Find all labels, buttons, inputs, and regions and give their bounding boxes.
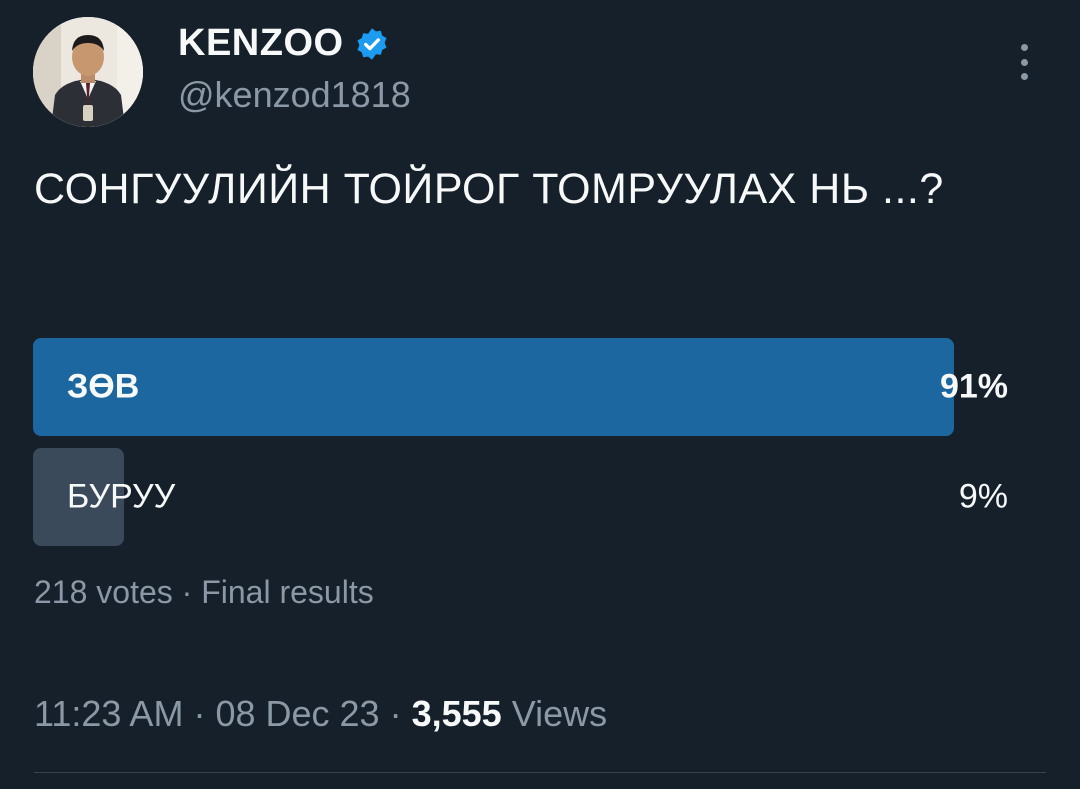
tweet-timestamp-row: 11:23 AM · 08 Dec 23 · 3,555 Views — [34, 693, 607, 735]
separator-dot: · — [193, 693, 206, 734]
verified-badge-icon — [354, 26, 390, 62]
more-vertical-icon[interactable] — [1014, 44, 1034, 80]
poll-status: Final results — [201, 574, 374, 610]
divider — [34, 772, 1046, 773]
author-handle[interactable]: @kenzod1818 — [178, 74, 411, 116]
separator-dot: · — [389, 693, 402, 734]
views-label[interactable]: Views — [512, 693, 607, 734]
poll-option-label: ЗӨВ — [67, 367, 140, 406]
poll-option: ЗӨВ 91% — [33, 338, 1008, 436]
author-name-row: KENZOO — [178, 22, 390, 65]
poll-result-bar — [33, 338, 954, 436]
poll-option-percent: 9% — [958, 477, 1008, 516]
tweet-text: СОНГУУЛИЙН ТОЙРОГ ТОМРУУЛАХ НЬ ...? — [34, 165, 944, 213]
avatar[interactable] — [33, 17, 143, 127]
views-count[interactable]: 3,555 — [412, 693, 502, 734]
tweet-date[interactable]: 08 Dec 23 — [215, 693, 379, 734]
dot — [1020, 44, 1028, 51]
separator-dot: · — [181, 574, 193, 610]
profile-photo-icon — [33, 17, 143, 127]
dot — [1020, 58, 1028, 66]
dot — [1020, 73, 1028, 80]
poll-option-percent: 91% — [939, 367, 1008, 406]
poll-vote-count: 218 votes — [34, 574, 173, 610]
poll-summary: 218 votes · Final results — [34, 574, 374, 611]
poll-option: БУРУУ 9% — [33, 448, 1008, 546]
author-display-name[interactable]: KENZOO — [178, 22, 344, 65]
poll-option-label: БУРУУ — [67, 477, 176, 516]
tweet-time[interactable]: 11:23 AM — [34, 693, 183, 734]
